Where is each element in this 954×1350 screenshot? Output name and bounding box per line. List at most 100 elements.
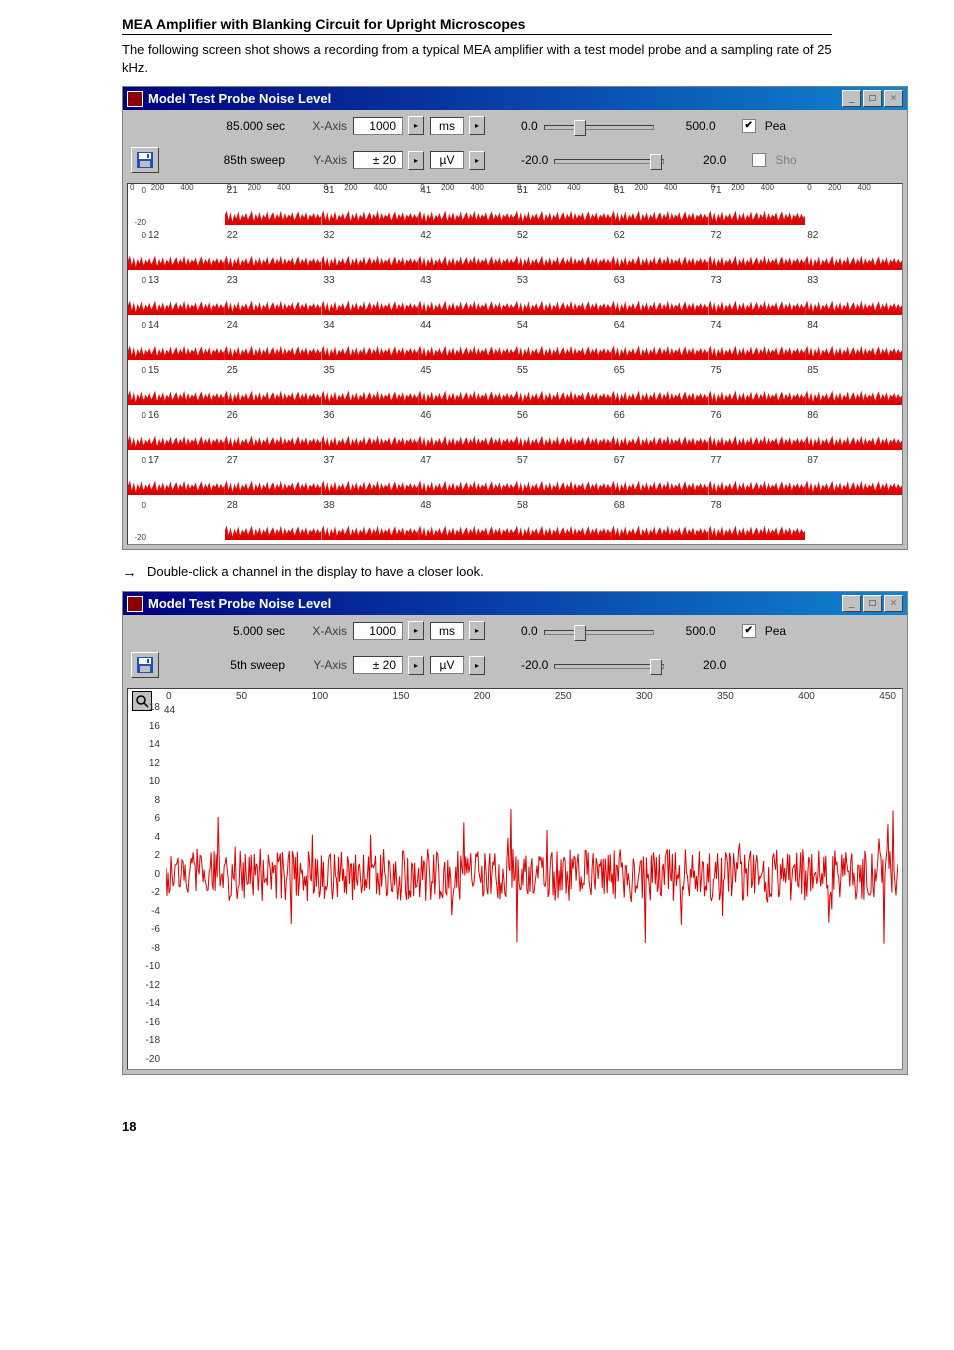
channel-cell[interactable]: 35 — [322, 364, 419, 409]
channel-cell[interactable]: 0-2014 — [128, 319, 225, 364]
channel-cell[interactable]: 62 — [612, 229, 709, 274]
channel-cell[interactable]: 43 — [418, 274, 515, 319]
x-slider[interactable] — [544, 118, 654, 134]
sho-checkbox[interactable] — [752, 153, 766, 167]
channel-cell[interactable]: 48 — [418, 499, 515, 544]
channel-cell[interactable]: 42 — [418, 229, 515, 274]
channel-cell[interactable]: 64 — [612, 319, 709, 364]
channel-cell[interactable]: 47 — [418, 454, 515, 499]
channel-cell[interactable]: 46 — [418, 409, 515, 454]
channel-cell[interactable]: 0-2012 — [128, 229, 225, 274]
close-button[interactable]: × — [884, 90, 903, 107]
minimize-button[interactable]: _ — [842, 90, 861, 107]
channel-cell[interactable]: 53 — [515, 274, 612, 319]
save-button[interactable] — [131, 652, 159, 678]
y-slider[interactable] — [554, 657, 664, 673]
yunit-input[interactable]: µV — [430, 151, 464, 169]
channel-cell[interactable]: 76 — [709, 409, 806, 454]
xrange-input[interactable]: 1000 — [353, 622, 403, 640]
channel-cell[interactable]: 55 — [515, 364, 612, 409]
channel-cell[interactable]: 65 — [612, 364, 709, 409]
channel-cell[interactable]: 22 — [225, 229, 322, 274]
channel-cell[interactable]: 84 — [805, 319, 902, 364]
channel-cell[interactable]: 26 — [225, 409, 322, 454]
pea-checkbox[interactable]: ✔ — [742, 624, 756, 638]
channel-cell[interactable]: 72 — [709, 229, 806, 274]
channel-cell[interactable]: 44 — [418, 319, 515, 364]
single-channel-canvas[interactable]: 050100150200250300350400450 181614121086… — [127, 688, 903, 1070]
channel-cell[interactable]: 66 — [612, 409, 709, 454]
channel-cell[interactable]: 0 200 40071 — [709, 184, 806, 229]
toolbar2-row2: 5th sweep Y-Axis ± 20▸ µV▸ -20.0 20.0 — [123, 646, 907, 684]
yrange-input[interactable]: ± 20 — [353, 656, 403, 674]
channel-cell[interactable]: 67 — [612, 454, 709, 499]
channel-cell[interactable]: 0 200 40061 — [612, 184, 709, 229]
channel-cell[interactable]: 74 — [709, 319, 806, 364]
channel-cell[interactable]: 0-2017 — [128, 454, 225, 499]
channel-cell[interactable]: 63 — [612, 274, 709, 319]
channel-cell[interactable]: 32 — [322, 229, 419, 274]
channel-grid-canvas[interactable]: 0 200 4000-200 200 400210 200 400310 200… — [127, 183, 903, 545]
channel-cell[interactable]: 24 — [225, 319, 322, 364]
channel-cell[interactable]: 73 — [709, 274, 806, 319]
channel-cell[interactable] — [805, 499, 902, 544]
channel-cell[interactable]: 36 — [322, 409, 419, 454]
channel-cell[interactable]: 58 — [515, 499, 612, 544]
channel-cell[interactable]: 68 — [612, 499, 709, 544]
maximize-button[interactable]: □ — [863, 90, 882, 107]
channel-cell[interactable]: 75 — [709, 364, 806, 409]
channel-cell[interactable]: 85 — [805, 364, 902, 409]
yrange-spin[interactable]: ▸ — [408, 656, 424, 675]
channel-cell[interactable]: 86 — [805, 409, 902, 454]
channel-cell[interactable]: 33 — [322, 274, 419, 319]
minimize-button[interactable]: _ — [842, 595, 861, 612]
pea-checkbox[interactable]: ✔ — [742, 119, 756, 133]
maximize-button[interactable]: □ — [863, 595, 882, 612]
xrange-spin[interactable]: ▸ — [408, 621, 424, 640]
channel-cell[interactable]: 78 — [709, 499, 806, 544]
channel-cell[interactable]: 0 200 4000-20 — [128, 184, 225, 229]
channel-cell[interactable]: 28 — [225, 499, 322, 544]
xunit-input[interactable]: ms — [430, 622, 464, 640]
channel-cell[interactable]: 56 — [515, 409, 612, 454]
xrange-input[interactable]: 1000 — [353, 117, 403, 135]
xrange-spin[interactable]: ▸ — [408, 116, 424, 135]
waveform — [166, 703, 898, 1065]
xunit-input[interactable]: ms — [430, 117, 464, 135]
yunit-spin[interactable]: ▸ — [469, 656, 485, 675]
channel-cell[interactable]: 45 — [418, 364, 515, 409]
channel-cell[interactable]: 82 — [805, 229, 902, 274]
x-slider[interactable] — [544, 623, 654, 639]
channel-cell[interactable]: 0 200 400 — [805, 184, 902, 229]
channel-cell[interactable]: 25 — [225, 364, 322, 409]
channel-cell[interactable]: 0 200 40051 — [515, 184, 612, 229]
channel-cell[interactable]: 0-2015 — [128, 364, 225, 409]
channel-cell[interactable]: 87 — [805, 454, 902, 499]
y-slider[interactable] — [554, 152, 664, 168]
channel-cell[interactable]: 38 — [322, 499, 419, 544]
channel-cell[interactable]: 57 — [515, 454, 612, 499]
yrange-input[interactable]: ± 20 — [353, 151, 403, 169]
channel-cell[interactable]: 0 200 40041 — [418, 184, 515, 229]
channel-cell[interactable]: 34 — [322, 319, 419, 364]
channel-cell[interactable]: 0 200 40021 — [225, 184, 322, 229]
channel-cell[interactable]: 0-2013 — [128, 274, 225, 319]
channel-cell[interactable]: 23 — [225, 274, 322, 319]
close-button[interactable]: × — [884, 595, 903, 612]
channel-cell[interactable]: 0-20 — [128, 499, 225, 544]
channel-cell[interactable]: 52 — [515, 229, 612, 274]
channel-cell[interactable]: 37 — [322, 454, 419, 499]
xunit-spin[interactable]: ▸ — [469, 621, 485, 640]
xunit-spin[interactable]: ▸ — [469, 116, 485, 135]
channel-cell[interactable]: 0 200 40031 — [322, 184, 419, 229]
channel-cell[interactable]: 77 — [709, 454, 806, 499]
channel-cell[interactable]: 27 — [225, 454, 322, 499]
yunit-spin[interactable]: ▸ — [469, 151, 485, 170]
yunit-input[interactable]: µV — [430, 656, 464, 674]
instruction-text: Double-click a channel in the display to… — [147, 564, 484, 579]
save-button[interactable] — [131, 147, 159, 173]
channel-cell[interactable]: 83 — [805, 274, 902, 319]
channel-cell[interactable]: 54 — [515, 319, 612, 364]
channel-cell[interactable]: 0-2016 — [128, 409, 225, 454]
yrange-spin[interactable]: ▸ — [408, 151, 424, 170]
